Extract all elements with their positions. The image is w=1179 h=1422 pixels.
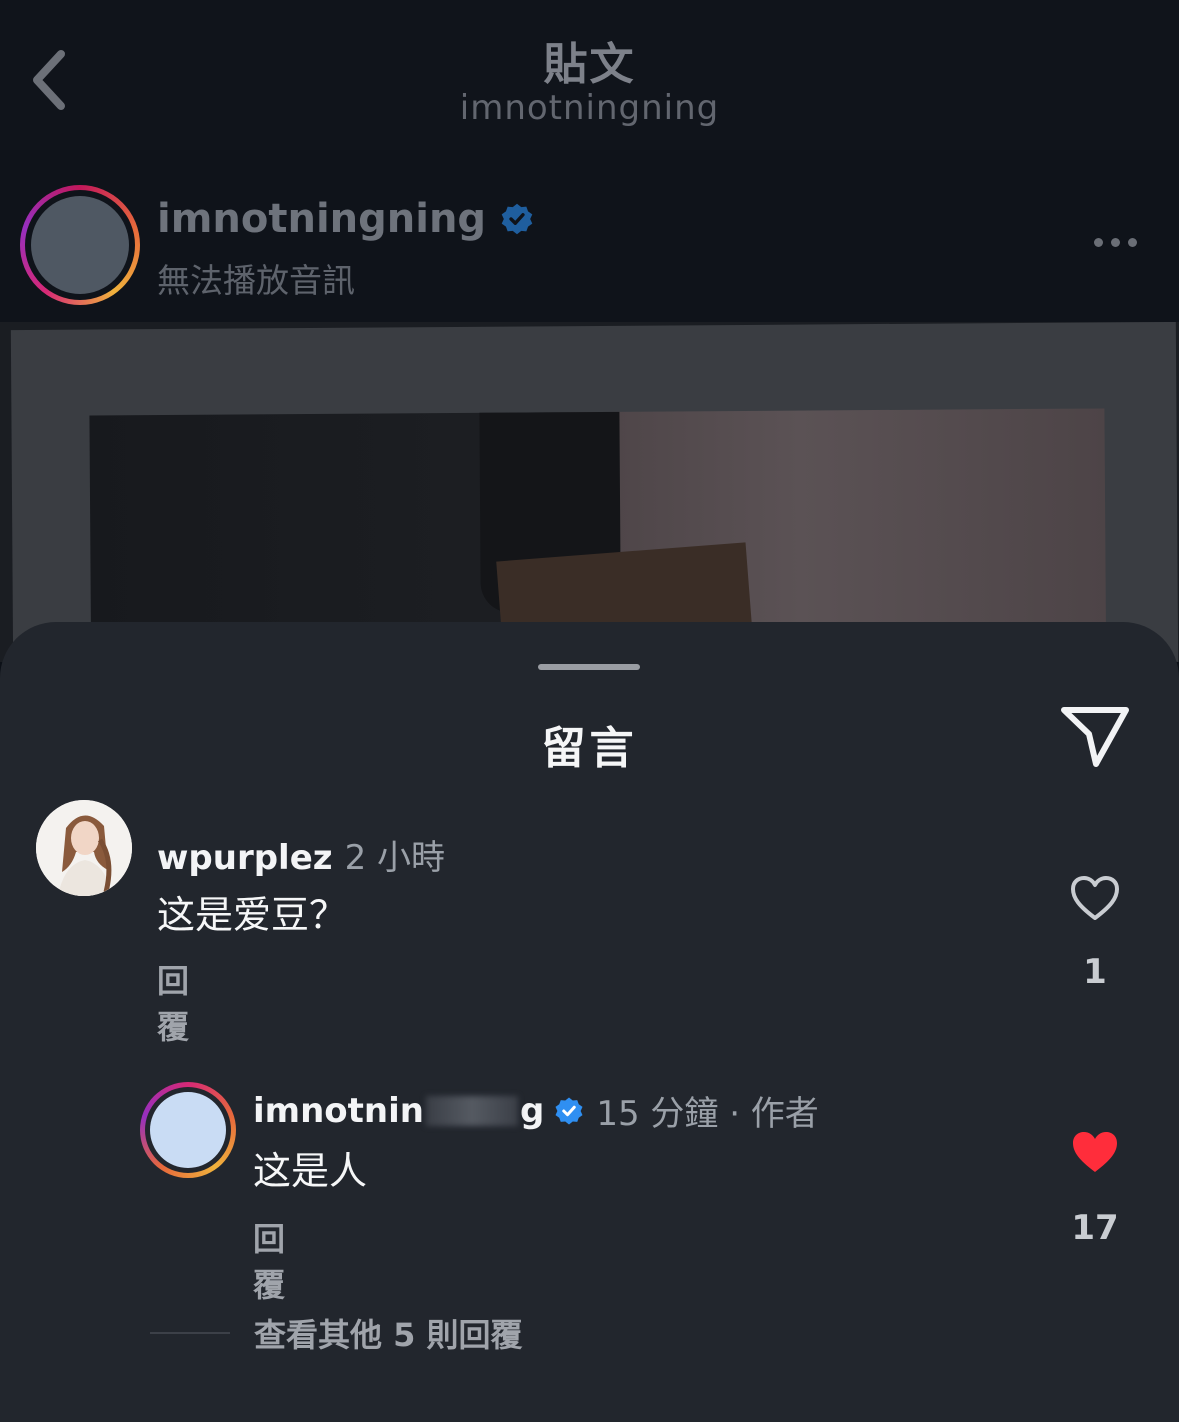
reply-text: 这是人: [253, 1149, 368, 1193]
comments-sheet: 留言 wpurplez 2 小時 这是爱豆？ 回覆 1 imnotnin g 1…: [0, 622, 1179, 1422]
reply-like-count: 17: [1071, 1208, 1119, 1248]
verified-badge-icon: [555, 1097, 583, 1124]
reply-to-reply-button[interactable]: 回覆: [253, 1214, 285, 1306]
reply-username-start: imnotnin: [253, 1090, 424, 1131]
reply-like-button[interactable]: [1069, 1128, 1121, 1176]
view-more-replies-button[interactable]: 查看其他 5 則回覆: [150, 1310, 523, 1356]
sheet-grabber[interactable]: [538, 664, 640, 670]
heart-icon: [1073, 1132, 1117, 1172]
top-navigation-bar: 貼文 imnotningning: [0, 0, 1179, 150]
send-icon: [1061, 707, 1129, 767]
like-count: 1: [1083, 952, 1107, 992]
comment-text: 这是爱豆？: [157, 893, 348, 937]
page-subtitle: imnotningning: [459, 88, 720, 128]
redacted-text: [425, 1095, 518, 1126]
page-title: 貼文: [543, 39, 636, 90]
more-options-button[interactable]: [1080, 222, 1150, 262]
post-header: imnotningning 無法播放音訊: [0, 150, 1179, 322]
post-author-username: imnotningning: [157, 196, 487, 242]
reply-button[interactable]: 回覆: [157, 956, 189, 1048]
comment-username[interactable]: wpurplez 2 小時: [157, 830, 445, 879]
reply-username-end: g: [519, 1090, 545, 1131]
thread-divider: [150, 1332, 230, 1334]
commenter-avatar[interactable]: [36, 800, 132, 896]
audio-status: 無法播放音訊: [157, 261, 355, 300]
reply-username[interactable]: imnotnin g 15 分鐘 · 作者: [253, 1086, 819, 1135]
like-button[interactable]: [1069, 874, 1121, 922]
view-more-replies-label: 查看其他 5 則回覆: [254, 1316, 523, 1354]
post-author[interactable]: imnotningning: [157, 196, 534, 242]
share-button[interactable]: [1058, 704, 1132, 770]
comment-username-text: wpurplez: [157, 838, 333, 878]
comments-title: 留言: [541, 723, 638, 774]
reply-time-role: 15 分鐘 · 作者: [596, 1094, 819, 1134]
comment-time: 2 小時: [344, 838, 446, 878]
more-horizontal-icon: [1093, 237, 1103, 247]
reply-author-avatar[interactable]: [140, 1082, 236, 1178]
author-avatar[interactable]: [20, 185, 140, 305]
verified-badge-icon: [501, 203, 533, 235]
post-image[interactable]: [0, 322, 1179, 662]
heart-icon: [1071, 876, 1119, 920]
